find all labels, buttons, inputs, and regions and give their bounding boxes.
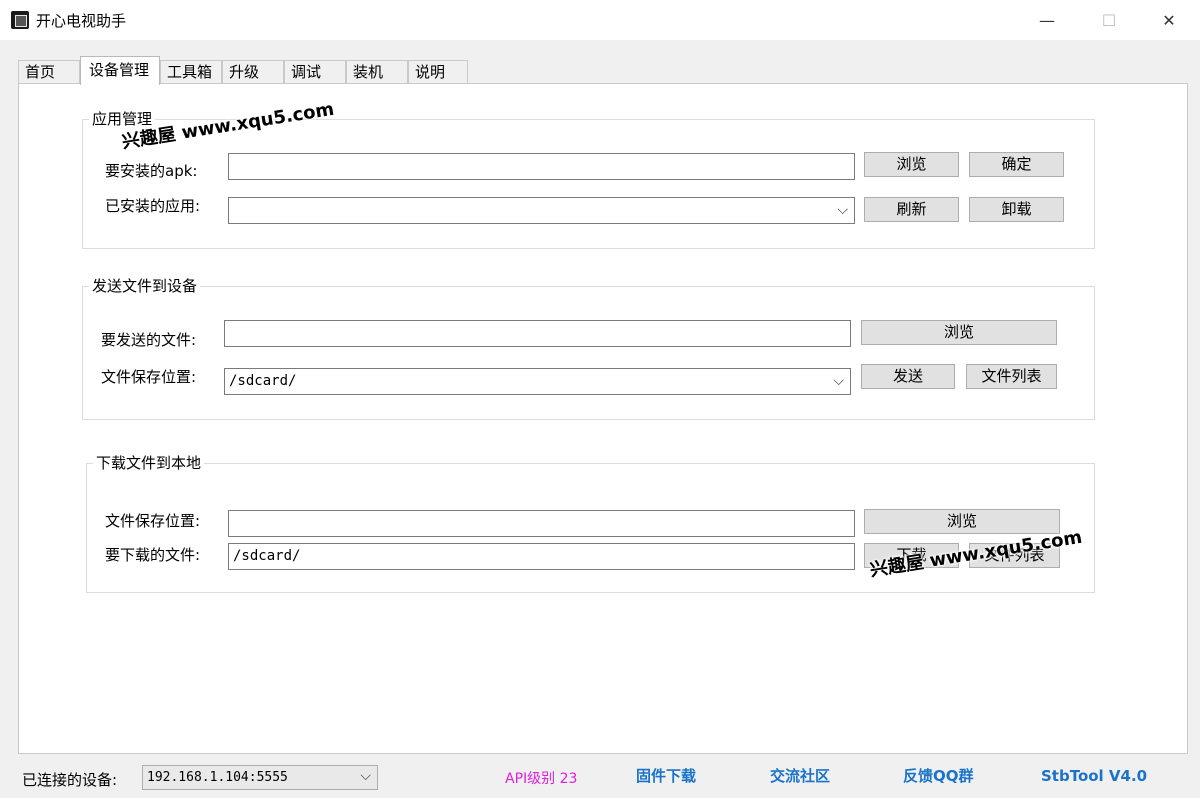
firmware-download-link[interactable]: 固件下载	[636, 766, 696, 786]
chevron-down-icon: ⌵	[837, 202, 848, 218]
send-file-label: 要发送的文件:	[101, 331, 197, 349]
local-save-location-input[interactable]	[228, 510, 855, 537]
chevron-down-icon: ⌵	[833, 373, 844, 389]
send-file-input[interactable]	[224, 320, 851, 347]
group-title-send-files: 发送文件到设备	[89, 276, 201, 296]
download-file-label: 要下载的文件:	[105, 546, 201, 564]
tab-device-management[interactable]: 设备管理	[80, 56, 160, 85]
confirm-install-button[interactable]: 确定	[969, 152, 1064, 177]
connected-device-select[interactable]: 192.168.1.104:5555 ⌵	[142, 765, 378, 790]
chevron-down-icon: ⌵	[360, 768, 371, 784]
api-level-text: API级别 23	[505, 771, 578, 787]
download-file-input[interactable]: /sdcard/	[228, 543, 855, 570]
app-icon	[11, 11, 29, 29]
apk-path-input[interactable]	[228, 153, 855, 180]
version-link[interactable]: StbTool V4.0	[1041, 766, 1147, 786]
window-title: 开心电视助手	[36, 12, 127, 30]
apk-label: 要安装的apk:	[105, 162, 198, 180]
tab-home[interactable]: 首页	[18, 60, 80, 84]
installed-apps-select[interactable]: ⌵	[228, 197, 855, 224]
device-file-list-button[interactable]: 文件列表	[966, 364, 1057, 389]
send-file-button[interactable]: 发送	[861, 364, 955, 389]
tab-toolbox[interactable]: 工具箱	[160, 60, 222, 84]
tab-help[interactable]: 说明	[408, 60, 468, 84]
uninstall-app-button[interactable]: 卸载	[969, 197, 1064, 222]
tab-install[interactable]: 装机	[346, 60, 408, 84]
installed-apps-label: 已安装的应用:	[105, 197, 201, 215]
browse-apk-button[interactable]: 浏览	[864, 152, 959, 177]
group-title-download-files: 下载文件到本地	[93, 453, 205, 473]
tab-debug[interactable]: 调试	[284, 60, 346, 84]
tab-upgrade[interactable]: 升级	[222, 60, 284, 84]
title-bar: 开心电视助手 — ☐ ✕	[0, 0, 1200, 40]
send-files-group: 发送文件到设备 要发送的文件: 浏览 文件保存位置: /sdcard/ ⌵ 发送…	[82, 276, 1095, 420]
browse-send-file-button[interactable]: 浏览	[861, 320, 1057, 345]
device-save-location-label: 文件保存位置:	[101, 368, 197, 386]
community-link[interactable]: 交流社区	[770, 766, 830, 786]
feedback-qq-group-link[interactable]: 反馈QQ群	[903, 766, 974, 786]
local-save-location-label: 文件保存位置:	[105, 512, 201, 530]
device-save-location-select[interactable]: /sdcard/ ⌵	[224, 368, 851, 395]
connected-device-label: 已连接的设备:	[22, 771, 118, 789]
connected-device-value: 192.168.1.104:5555	[147, 770, 288, 785]
maximize-button[interactable]: ☐	[1078, 0, 1140, 40]
close-button[interactable]: ✕	[1138, 0, 1200, 40]
refresh-apps-button[interactable]: 刷新	[864, 197, 959, 222]
download-files-group: 下载文件到本地 文件保存位置: 浏览 要下载的文件: /sdcard/ 下载 文…	[86, 453, 1095, 593]
app-management-group: 应用管理 要安装的apk: 浏览 确定 已安装的应用: ⌵ 刷新 卸载	[82, 109, 1095, 249]
device-save-location-value: /sdcard/	[229, 373, 297, 389]
device-management-panel: 应用管理 要安装的apk: 浏览 确定 已安装的应用: ⌵ 刷新 卸载 发送文件…	[18, 83, 1188, 754]
minimize-button[interactable]: —	[1016, 0, 1078, 40]
